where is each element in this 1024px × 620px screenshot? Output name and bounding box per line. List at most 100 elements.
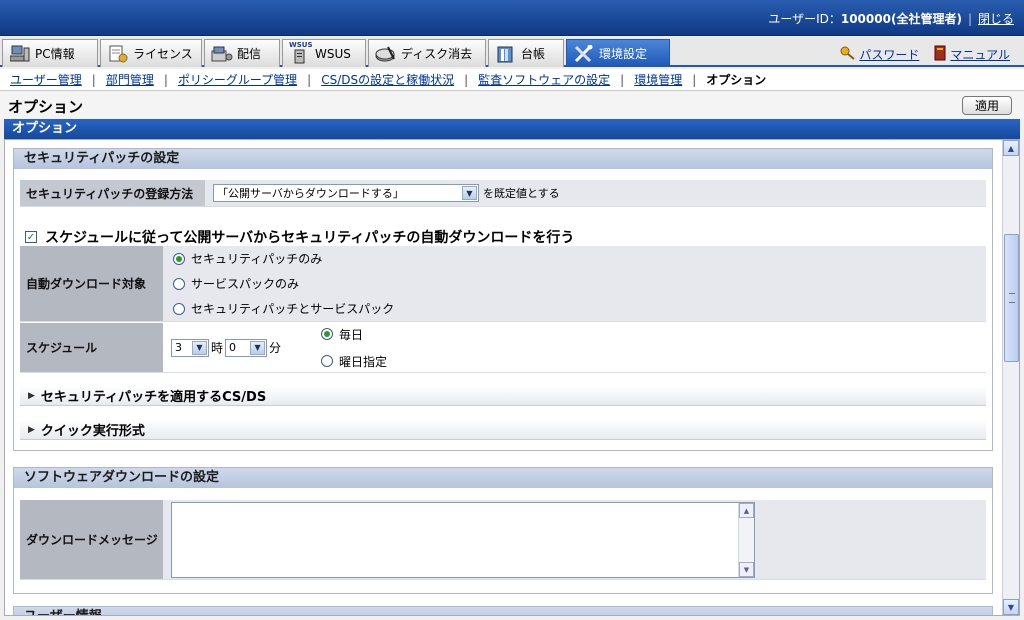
panel-scrollbar[interactable]: ▲ ▼ xyxy=(1002,140,1019,615)
chevron-down-icon[interactable]: ▼ xyxy=(462,186,477,200)
apply-button[interactable]: 適用 xyxy=(962,96,1012,115)
option-label: セキュリティパッチのみ xyxy=(191,252,323,266)
tab-label: 台帳 xyxy=(521,47,546,61)
user-info: ユーザーID： 100000(全社管理者) | 閉じる xyxy=(768,10,1014,27)
apply-csds-label: セキュリティパッチを適用するCS/DS xyxy=(40,390,267,405)
tab-license[interactable]: ライセンス xyxy=(100,39,202,67)
radio-dot[interactable] xyxy=(173,277,185,290)
schedule-row: スケジュール 3 ▼ 時 0 ▼ 分 毎日 曜日指定 xyxy=(20,323,986,373)
radio-security-and-service-pack[interactable]: セキュリティパッチとサービスパック xyxy=(173,300,394,317)
manual-link-label[interactable]: マニュアル xyxy=(950,46,1010,63)
subnav-user-management[interactable]: ユーザー管理 xyxy=(10,71,82,88)
chevron-up-icon[interactable]: ▲ xyxy=(1003,140,1019,156)
chevron-down-icon[interactable]: ▼ xyxy=(192,340,207,355)
radio-weekday[interactable]: 曜日指定 xyxy=(321,353,387,370)
scroll-thumb[interactable] xyxy=(1004,234,1019,362)
wsus-icon: WSUS xyxy=(289,41,313,64)
auto-download-row: ✓ スケジュールに従って公開サーバからセキュリティパッチの自動ダウンロードを行う xyxy=(25,227,574,247)
registration-suffix: を既定値とする xyxy=(483,187,560,200)
option-label: セキュリティパッチとサービスパック xyxy=(191,302,395,316)
tab-label: 環境設定 xyxy=(599,47,648,61)
page-title: オプション xyxy=(8,98,84,116)
security-patch-title: セキュリティパッチの設定 xyxy=(14,149,992,169)
subnav-audit-software[interactable]: 監査ソフトウェアの設定 xyxy=(478,71,610,88)
radio-dot[interactable] xyxy=(321,355,334,367)
tab-pc-info[interactable]: PC情報 xyxy=(2,39,98,67)
auto-target-row: 自動ダウンロード対象 セキュリティパッチのみ サービスパックのみ セキュリティパ… xyxy=(20,246,986,322)
subnav-csds-settings[interactable]: CS/DSの設定と稼働状況 xyxy=(321,71,454,88)
quick-exec-label: クイック実行形式 xyxy=(40,424,145,439)
password-link[interactable]: パスワード xyxy=(840,45,919,64)
divider: | xyxy=(307,72,312,87)
auto-download-checkbox[interactable]: ✓ xyxy=(25,231,37,243)
hour-select[interactable]: 3 ▼ xyxy=(171,338,209,357)
auto-target-label: 自動ダウンロード対象 xyxy=(20,246,163,321)
sub-navigation: ユーザー管理 | 部門管理 | ポリシーグループ管理 | CS/DSの設定と稼働… xyxy=(0,69,1024,91)
license-icon xyxy=(107,44,129,64)
main-tabs: PC情報 ライセンス 配信 WSUS WSUS ディスク消去 台帳 環境設定 パ… xyxy=(0,37,1024,67)
key-icon xyxy=(840,46,856,63)
user-info-group: ユーザー情報 xyxy=(13,606,993,615)
triangle-right-icon: ▶ xyxy=(28,390,35,401)
registration-method-row: セキュリティパッチの登録方法 「公開サーバからダウンロードする」 ▼ を既定値と… xyxy=(20,180,986,207)
download-message-label: ダウンロードメッセージ xyxy=(20,500,163,579)
manual-link[interactable]: マニュアル xyxy=(933,45,1010,64)
tab-label: ディスク消去 xyxy=(401,47,473,61)
radio-dot[interactable] xyxy=(173,302,185,315)
auto-download-label: スケジュールに従って公開サーバからセキュリティパッチの自動ダウンロードを行う xyxy=(45,230,575,246)
content-panel: セキュリティパッチの設定 セキュリティパッチの登録方法 「公開サーバからダウンロ… xyxy=(4,139,1020,616)
quick-exec-toggle[interactable]: ▶ クイック実行形式 xyxy=(20,420,986,440)
divider: | xyxy=(967,11,972,26)
chevron-down-icon[interactable]: ▼ xyxy=(739,562,754,577)
apply-csds-toggle[interactable]: ▶ セキュリティパッチを適用するCS/DS xyxy=(20,386,986,406)
subnav-department-management[interactable]: 部門管理 xyxy=(106,71,154,88)
subnav-policy-group[interactable]: ポリシーグループ管理 xyxy=(178,71,297,88)
password-link-label[interactable]: パスワード xyxy=(859,46,919,63)
tab-wsus[interactable]: WSUS WSUS xyxy=(282,39,366,67)
book-icon xyxy=(933,45,947,64)
radio-daily[interactable]: 毎日 xyxy=(321,326,387,343)
top-header: ユーザーID： 100000(全社管理者) | 閉じる xyxy=(0,0,1024,36)
selected-value: 「公開サーバからダウンロードする」 xyxy=(217,187,404,200)
chevron-down-icon[interactable]: ▼ xyxy=(1003,599,1019,615)
minute-unit: 分 xyxy=(269,341,282,355)
subnav-environment[interactable]: 環境管理 xyxy=(634,71,682,88)
schedule-value: 3 ▼ 時 0 ▼ 分 毎日 曜日指定 xyxy=(163,323,986,372)
radio-dot[interactable] xyxy=(173,252,185,265)
software-download-title: ソフトウェアダウンロードの設定 xyxy=(14,468,992,488)
registration-method-value: 「公開サーバからダウンロードする」 ▼ を既定値とする xyxy=(205,180,986,206)
auto-target-options: セキュリティパッチのみ サービスパックのみ セキュリティパッチとサービスパック xyxy=(163,246,986,321)
chevron-up-icon[interactable]: ▲ xyxy=(739,503,754,518)
textarea-scrollbar[interactable]: ▲ ▼ xyxy=(738,503,754,577)
minute-select[interactable]: 0 ▼ xyxy=(225,338,268,357)
close-link[interactable]: 閉じる xyxy=(978,10,1014,27)
option-label: 毎日 xyxy=(339,327,364,342)
radio-security-only[interactable]: セキュリティパッチのみ xyxy=(173,250,322,267)
minute-value: 0 xyxy=(229,341,237,354)
user-id-value: 100000(全社管理者) xyxy=(840,12,962,26)
tab-settings[interactable]: 環境設定 xyxy=(566,39,670,67)
tab-label: PC情報 xyxy=(35,47,75,61)
distribution-icon xyxy=(211,44,233,64)
radio-dot[interactable] xyxy=(321,328,334,340)
schedule-label: スケジュール xyxy=(20,323,163,372)
subnav-options-current: オプション xyxy=(706,73,767,87)
user-id-label: ユーザーID： xyxy=(768,12,841,26)
tab-distribution[interactable]: 配信 xyxy=(204,39,280,67)
tab-label: WSUS xyxy=(315,46,351,61)
divider: | xyxy=(464,72,469,87)
tab-label: 配信 xyxy=(237,47,262,61)
radio-service-pack-only[interactable]: サービスパックのみ xyxy=(173,275,299,292)
download-message-textarea[interactable]: ▲ ▼ xyxy=(171,502,755,578)
tab-ledger[interactable]: 台帳 xyxy=(488,39,564,67)
right-links: パスワード マニュアル xyxy=(840,45,1010,64)
section-header: オプション xyxy=(4,119,1020,139)
tab-disk-erase[interactable]: ディスク消去 xyxy=(368,39,486,67)
pc-icon xyxy=(9,44,31,64)
chevron-down-icon[interactable]: ▼ xyxy=(250,340,266,355)
schedule-mode-options: 毎日 曜日指定 xyxy=(321,326,387,370)
registration-method-select[interactable]: 「公開サーバからダウンロードする」 ▼ xyxy=(213,184,479,202)
option-label: 曜日指定 xyxy=(339,354,388,369)
divider: | xyxy=(163,72,168,87)
option-label: サービスパックのみ xyxy=(191,277,300,291)
